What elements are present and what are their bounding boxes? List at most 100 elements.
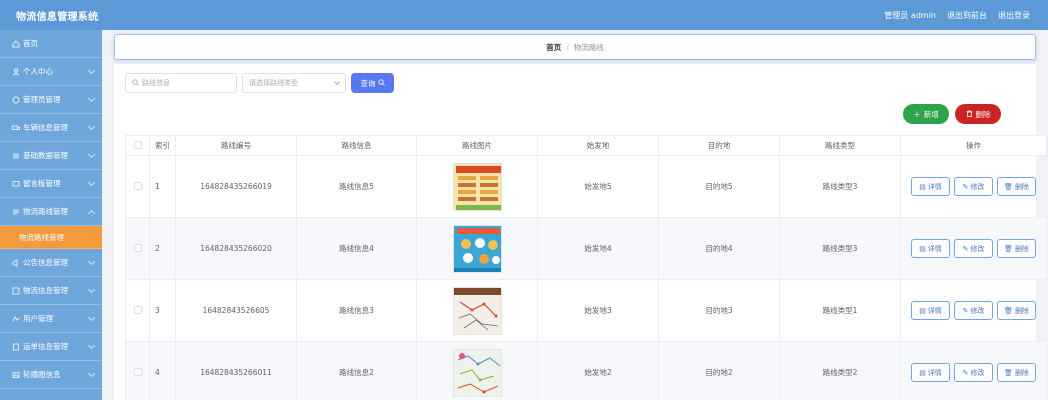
sidebar-item-base-data[interactable]: 基础数据管理 bbox=[0, 142, 102, 170]
top-right-links: 管理员 admin 退出到前台 退出登录 bbox=[884, 10, 1030, 21]
chevron-down-icon bbox=[334, 79, 340, 85]
delete-button[interactable]: 🗑 删除 bbox=[997, 301, 1036, 320]
edit-button[interactable]: ✎ 修改 bbox=[954, 301, 993, 320]
batch-delete-button[interactable]: 删除 bbox=[955, 104, 1001, 124]
table-row: 3 16482843526605 路线信息3 始发地3 目的地3 路线类型1 ▤… bbox=[125, 279, 1047, 342]
sidebar-item-profile[interactable]: 个人中心 bbox=[0, 58, 102, 86]
route-image-thumbnail[interactable] bbox=[452, 162, 502, 211]
add-button-label: 新增 bbox=[923, 109, 939, 119]
cell-origin: 始发地3 bbox=[537, 279, 659, 342]
list-icon bbox=[11, 151, 20, 160]
cell-info: 路线信息3 bbox=[296, 279, 417, 342]
document-icon: ▤ bbox=[919, 306, 926, 315]
cell-image bbox=[416, 341, 538, 400]
chevron-down-icon bbox=[87, 285, 96, 294]
column-header-index: 索引 bbox=[149, 135, 176, 156]
trash-icon: 🗑 bbox=[1004, 306, 1013, 315]
edit-button[interactable]: ✎ 修改 bbox=[954, 363, 993, 382]
detail-label: 详情 bbox=[927, 368, 942, 377]
route-type-placeholder: 请选择路线类型 bbox=[249, 79, 298, 87]
sidebar-item-waybill[interactable]: 运单信息管理 bbox=[0, 333, 102, 361]
sidebar-item-admin[interactable]: 管理员管理 bbox=[0, 86, 102, 114]
image-icon bbox=[11, 370, 20, 379]
route-image-thumbnail[interactable] bbox=[452, 348, 502, 397]
sidebar-item-notice[interactable]: 公告信息管理 bbox=[0, 249, 102, 277]
detail-button[interactable]: ▤ 详情 bbox=[911, 239, 950, 258]
cell-index: 4 bbox=[149, 341, 176, 400]
cell-type: 路线类型2 bbox=[779, 341, 901, 400]
cell-type: 路线类型3 bbox=[779, 217, 901, 280]
sidebar-subitem-route-list[interactable]: 物流路线管理 bbox=[0, 226, 102, 249]
edit-label: 修改 bbox=[970, 182, 985, 191]
cell-info: 路线信息5 bbox=[296, 155, 417, 218]
logistics-icon bbox=[11, 286, 20, 295]
edit-button[interactable]: ✎ 修改 bbox=[954, 177, 993, 196]
user-icon bbox=[11, 67, 20, 76]
route-image-thumbnail[interactable] bbox=[452, 224, 502, 273]
sidebar-item-vehicle[interactable]: 车辆信息管理 bbox=[0, 114, 102, 142]
edit-icon: ✎ bbox=[962, 306, 969, 315]
detail-label: 详情 bbox=[927, 306, 942, 315]
breadcrumb-home[interactable]: 首页 bbox=[546, 42, 561, 53]
cell-actions: ▤ 详情 ✎ 修改 🗑 删除 bbox=[900, 341, 1047, 400]
sidebar-item-route-mgmt[interactable]: 物流路线管理 bbox=[0, 198, 102, 226]
sidebar-item-logistics[interactable]: 物流信息管理 bbox=[0, 277, 102, 305]
cell-destination: 目的地4 bbox=[658, 217, 780, 280]
row-checkbox[interactable] bbox=[125, 155, 150, 218]
app-title: 物流信息管理系统 bbox=[16, 11, 99, 23]
cell-image bbox=[416, 279, 538, 342]
sidebar-item-label: 车辆信息管理 bbox=[23, 123, 68, 132]
delete-button[interactable]: 🗑 删除 bbox=[997, 363, 1036, 382]
detail-button[interactable]: ▤ 详情 bbox=[911, 301, 950, 320]
route-type-select[interactable]: 请选择路线类型 bbox=[242, 73, 346, 93]
sidebar-item-label: 物流路线管理 bbox=[19, 232, 64, 242]
logout-link[interactable]: 退出登录 bbox=[998, 10, 1030, 21]
delete-button[interactable]: 🗑 删除 bbox=[997, 177, 1036, 196]
row-checkbox[interactable] bbox=[125, 279, 150, 342]
cell-info: 路线信息2 bbox=[296, 341, 417, 400]
users-icon bbox=[11, 314, 20, 323]
cell-destination: 目的地3 bbox=[658, 279, 780, 342]
home-icon bbox=[11, 39, 20, 48]
edit-label: 修改 bbox=[970, 244, 985, 253]
cell-actions: ▤ 详情 ✎ 修改 🗑 删除 bbox=[900, 217, 1047, 280]
waybill-icon bbox=[11, 342, 20, 351]
cell-index: 1 bbox=[149, 155, 176, 218]
chevron-down-icon bbox=[87, 341, 96, 350]
edit-button[interactable]: ✎ 修改 bbox=[954, 239, 993, 258]
delete-label: 删除 bbox=[1014, 244, 1029, 253]
chevron-down-icon bbox=[87, 122, 96, 131]
message-icon bbox=[11, 179, 20, 188]
row-checkbox[interactable] bbox=[125, 217, 150, 280]
detail-button[interactable]: ▤ 详情 bbox=[911, 177, 950, 196]
column-header-destination: 目的地 bbox=[658, 135, 780, 156]
detail-button[interactable]: ▤ 详情 bbox=[911, 363, 950, 382]
column-header-code: 路线编号 bbox=[175, 135, 297, 156]
sidebar-item-home[interactable]: 首页 bbox=[0, 30, 102, 58]
sidebar-item-label: 轮播图信息 bbox=[23, 370, 61, 379]
row-checkbox[interactable] bbox=[125, 341, 150, 400]
cell-image bbox=[416, 155, 538, 218]
breadcrumb: 首页 / 物流路线 bbox=[114, 34, 1036, 60]
delete-button[interactable]: 🗑 删除 bbox=[997, 239, 1036, 258]
top-bar: 物流信息管理系统 管理员 admin 退出到前台 退出登录 bbox=[0, 0, 1048, 30]
route-info-search-input[interactable]: 路线信息 bbox=[125, 73, 237, 93]
delete-label: 删除 bbox=[1014, 306, 1029, 315]
query-button[interactable]: 查询 bbox=[351, 73, 394, 93]
select-all-checkbox[interactable] bbox=[125, 135, 150, 156]
route-icon bbox=[11, 207, 20, 216]
route-image-thumbnail[interactable] bbox=[452, 286, 502, 335]
document-icon: ▤ bbox=[919, 182, 926, 191]
route-info-placeholder: 路线信息 bbox=[142, 79, 170, 87]
sidebar-item-users[interactable]: 用户管理 bbox=[0, 305, 102, 333]
trash-icon: 🗑 bbox=[1004, 368, 1013, 377]
sidebar-item-message-board[interactable]: 留言板管理 bbox=[0, 170, 102, 198]
add-button[interactable]: ＋ 新增 bbox=[903, 104, 949, 124]
back-to-frontend-link[interactable]: 退出到前台 bbox=[947, 10, 987, 21]
trash-icon: 🗑 bbox=[1004, 182, 1013, 191]
cell-code: 164828435266020 bbox=[175, 217, 297, 280]
table-row: 4 164828435266011 路线信息2 始发地2 目的地2 路线类型2 … bbox=[125, 341, 1047, 400]
column-header-origin: 始发地 bbox=[537, 135, 659, 156]
chevron-down-icon bbox=[87, 369, 96, 378]
sidebar-item-carousel[interactable]: 轮播图信息 bbox=[0, 361, 102, 389]
